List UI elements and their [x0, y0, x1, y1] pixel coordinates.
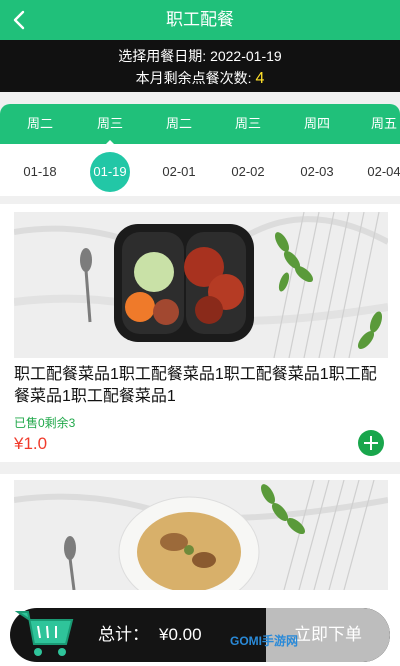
total-label: 总计：: [98, 625, 149, 644]
remaining-label: 本月剩余点餐次数:: [135, 70, 252, 86]
meal-price: ¥1.0: [14, 434, 48, 453]
selected-day-pointer: [103, 140, 117, 147]
weekday-tab[interactable]: 周三: [218, 104, 278, 144]
meal-photo: [14, 480, 388, 590]
meal-info-bar: 选择用餐日期: 2022-01-19 本月剩余点餐次数: 4: [0, 40, 400, 92]
total-amount: ¥0.00: [159, 625, 202, 644]
date-option[interactable]: 02-01: [149, 152, 209, 192]
date-option-selected[interactable]: 01-19: [80, 152, 140, 192]
add-to-cart-icon[interactable]: [358, 430, 384, 456]
remaining-count-line: 本月剩余点餐次数: 4: [0, 68, 400, 89]
cart-icon[interactable]: [14, 606, 76, 658]
date-picker: 周二 周三 周二 周三 周四 周五 01-18 01-19 02-01 02-0…: [0, 104, 400, 196]
meal-name: 职工配餐菜品1职工配餐菜品1职工配餐菜品1职工配餐菜品1职工配餐菜品1: [14, 366, 377, 405]
weekday-row: 周二 周三 周二 周三 周四 周五: [0, 104, 400, 147]
top-bar: 职工配餐: [0, 0, 400, 40]
total-text: 总计： ¥0.00: [98, 608, 202, 662]
sold-remaining-text: 已售0剩余3: [14, 416, 76, 430]
weekday-tab[interactable]: 周二: [10, 104, 70, 144]
date-option[interactable]: 02-04: [354, 152, 400, 192]
meal-photo: [14, 212, 388, 358]
weekday-tab[interactable]: 周五: [354, 104, 400, 144]
page-title: 职工配餐: [166, 10, 234, 29]
date-option[interactable]: 01-18: [10, 152, 70, 192]
watermark-logo: GOMI手游网: [230, 634, 298, 648]
date-option[interactable]: 02-02: [218, 152, 278, 192]
remaining-count: 4: [255, 70, 265, 87]
weekday-tab[interactable]: 周三: [80, 104, 140, 144]
meal-item-card[interactable]: 职工配餐菜品1职工配餐菜品1职工配餐菜品1职工配餐菜品1职工配餐菜品1 已售0剩…: [0, 204, 400, 462]
weekday-tab[interactable]: 周四: [287, 104, 347, 144]
selected-date-text: 选择用餐日期: 2022-01-19: [118, 48, 282, 64]
weekday-tab[interactable]: 周二: [149, 104, 209, 144]
date-option[interactable]: 02-03: [287, 152, 347, 192]
